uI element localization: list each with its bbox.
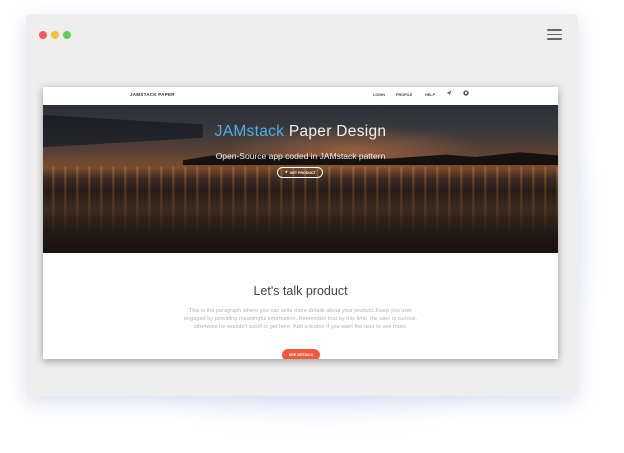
hero-title-rest: Paper Design (288, 123, 387, 140)
product-description: This is the paragraph where you can writ… (183, 308, 418, 330)
website-screenshot: JAMSTACK PAPER LOGIN PROFILE HELP JAMsta… (43, 87, 558, 359)
zoom-window-button[interactable] (63, 31, 71, 39)
hero-title-accent: JAMstack (214, 123, 285, 140)
hero-section: JAMstack Paper Design Open-Source app co… (43, 105, 558, 253)
nav-login[interactable]: LOGIN (373, 93, 385, 97)
github-icon[interactable] (463, 90, 469, 98)
product-section-title: Let's talk product (253, 284, 348, 298)
navbar-brand[interactable]: JAMSTACK PAPER (130, 92, 175, 97)
minimize-window-button[interactable] (51, 31, 59, 39)
get-product-button[interactable]: GET PRODUCT (277, 167, 323, 178)
get-product-label: GET PRODUCT (289, 170, 316, 175)
hero-subtitle: Open-Source app coded in JAMstack patter… (215, 151, 386, 161)
send-icon (284, 170, 288, 175)
close-window-button[interactable] (39, 31, 47, 39)
navbar: JAMSTACK PAPER LOGIN PROFILE HELP (43, 87, 558, 105)
see-details-button[interactable]: SEE DETAILS (282, 349, 320, 359)
send-icon[interactable] (446, 90, 452, 98)
nav-help[interactable]: HELP (425, 93, 435, 97)
hamburger-icon[interactable] (547, 29, 562, 40)
hero-title: JAMstack Paper Design (43, 123, 558, 141)
nav-profile[interactable]: PROFILE (396, 93, 412, 97)
